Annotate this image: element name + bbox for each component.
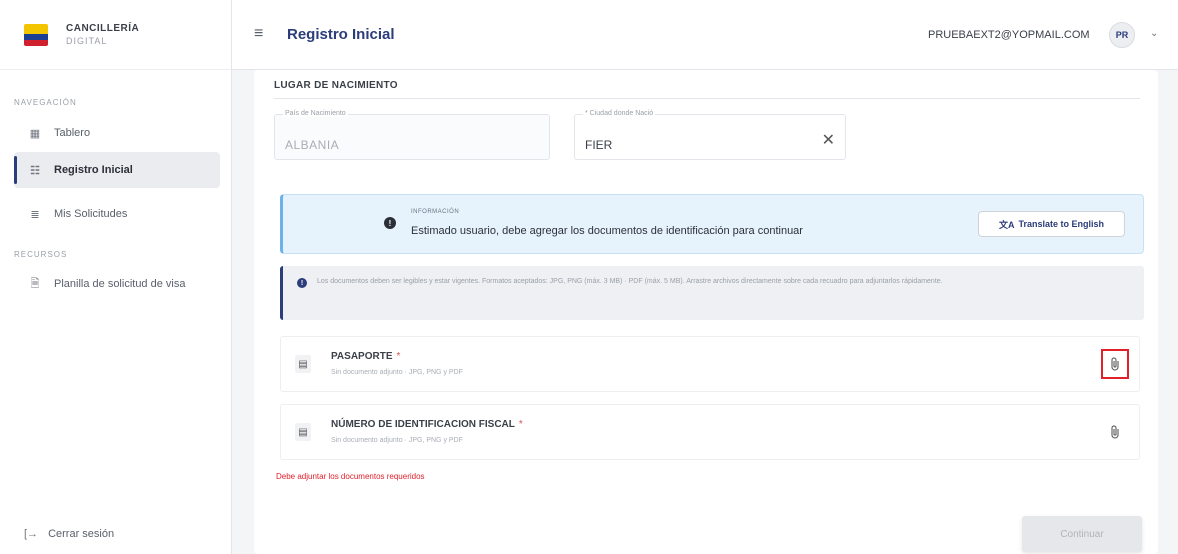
file-icon: ▤ <box>295 423 311 441</box>
country-label: País de Nacimiento <box>283 110 348 117</box>
sidebar-item-planilla-visa[interactable]: 🗎 Planilla de solicitud de visa <box>14 266 220 302</box>
documents-note: ! Los documentos deben ser legibles y es… <box>280 266 1144 320</box>
translate-label: Translate to English <box>1018 219 1105 229</box>
sidebar-item-mis-solicitudes[interactable]: ≣ Mis Solicitudes <box>14 196 220 232</box>
translate-icon: 文A <box>998 219 1015 230</box>
translate-button[interactable]: 文A Translate to English <box>978 211 1125 237</box>
info-alert: ! INFORMACIÓN Estimado usuario, debe agr… <box>280 194 1144 254</box>
sidebar-item-registro-inicial[interactable]: ☷ Registro Inicial <box>14 152 220 188</box>
document-status: Sin documento adjunto · JPG, PNG y PDF <box>331 369 463 376</box>
user-email: PRUEBAEXT2@YOPMAIL.COM <box>928 29 1090 41</box>
sidebar-item-label: Mis Solicitudes <box>54 208 128 220</box>
error-message: Debe adjuntar los documentos requeridos <box>276 472 425 481</box>
city-value: FIER <box>585 138 613 152</box>
attach-nif-button[interactable] <box>1101 417 1129 447</box>
document-row-pasaporte[interactable]: ▤ PASAPORTE * Sin documento adjunto · JPG… <box>280 336 1140 392</box>
country-value: ALBANIA <box>285 138 340 152</box>
info-icon: ! <box>297 278 307 288</box>
note-text: Los documentos deben ser legibles y esta… <box>317 278 943 285</box>
sidebar-item-label: Tablero <box>54 127 91 139</box>
logout-icon: [→ <box>24 528 39 540</box>
info-icon: ! <box>384 217 396 229</box>
flag-icon <box>24 23 48 46</box>
document-name: NÚMERO DE IDENTIFICACION FISCAL * <box>331 419 523 430</box>
logout-label: Cerrar sesión <box>48 528 115 540</box>
chevron-down-icon[interactable]: ⌄ <box>1150 28 1158 39</box>
continue-button[interactable]: Continuar <box>1022 516 1142 552</box>
nav-section-label: NAVEGACIÓN <box>14 98 77 107</box>
paperclip-icon <box>1111 425 1119 439</box>
document-name: PASAPORTE * <box>331 351 401 362</box>
document-icon: 🗎 <box>30 277 40 290</box>
section-title: LUGAR DE NACIMIENTO <box>274 80 398 91</box>
document-row-nif[interactable]: ▤ NÚMERO DE IDENTIFICACION FISCAL * Sin d… <box>280 404 1140 460</box>
city-label: * Ciudad donde Nació <box>583 110 656 117</box>
info-label: INFORMACIÓN <box>411 209 460 215</box>
logout-button[interactable]: [→ Cerrar sesión <box>24 528 114 540</box>
dashboard-icon: ▦ <box>29 127 41 140</box>
city-field[interactable]: * Ciudad donde Nació FIER ✕ <box>574 110 846 160</box>
paperclip-icon <box>1111 357 1119 371</box>
clear-icon[interactable]: ✕ <box>822 133 835 149</box>
header: ≡ Registro Inicial PRUEBAEXT2@YOPMAIL.CO… <box>232 0 1178 70</box>
avatar[interactable]: PR <box>1109 22 1135 48</box>
list-icon: ≣ <box>30 208 40 221</box>
sidebar-item-label: Planilla de solicitud de visa <box>54 278 186 290</box>
brand-logo: CANCILLERÍA DIGITAL <box>0 0 231 70</box>
page-title: Registro Inicial <box>287 26 395 43</box>
hamburger-menu-icon[interactable]: ≡ <box>254 25 263 43</box>
sidebar: CANCILLERÍA DIGITAL NAVEGACIÓN ▦ Tablero… <box>0 0 232 554</box>
brand-name: CANCILLERÍA <box>66 23 140 34</box>
sidebar-item-tablero[interactable]: ▦ Tablero <box>14 115 220 151</box>
country-field: País de Nacimiento ALBANIA <box>274 110 550 160</box>
brand-subtitle: DIGITAL <box>66 36 108 46</box>
attach-pasaporte-button[interactable] <box>1101 349 1129 379</box>
document-status: Sin documento adjunto · JPG, PNG y PDF <box>331 437 463 444</box>
info-message: Estimado usuario, debe agregar los docum… <box>411 225 803 237</box>
register-icon: ☷ <box>30 164 40 177</box>
sidebar-item-label: Registro Inicial <box>54 164 133 176</box>
section-divider <box>274 98 1140 99</box>
resources-section-label: RECURSOS <box>14 250 68 259</box>
file-icon: ▤ <box>295 355 311 373</box>
main-card: LUGAR DE NACIMIENTO País de Nacimiento A… <box>254 70 1158 554</box>
